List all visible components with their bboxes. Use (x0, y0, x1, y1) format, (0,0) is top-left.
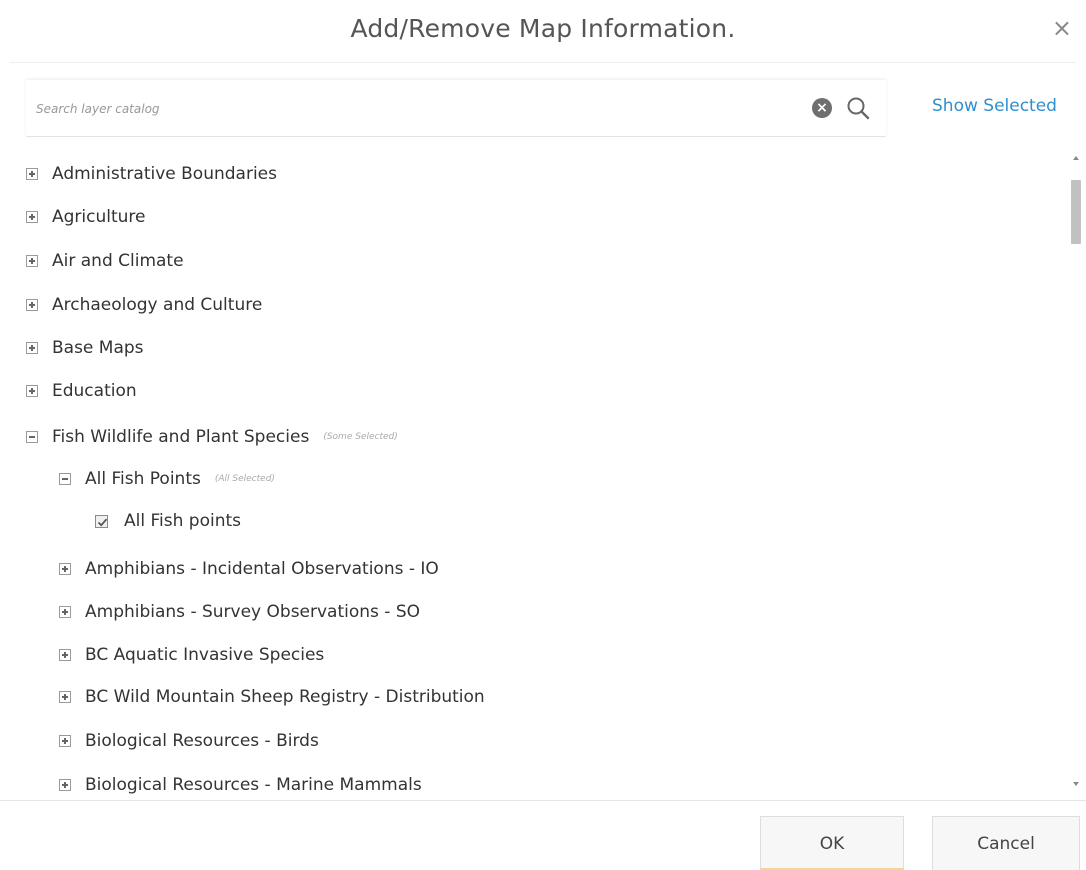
expand-plus-icon[interactable] (59, 563, 71, 575)
tree-node-label[interactable]: Fish Wildlife and Plant Species (52, 427, 309, 447)
scroll-down-icon[interactable] (1073, 782, 1079, 786)
scroll-up-icon[interactable] (1073, 156, 1079, 160)
tree-scrollbar[interactable] (1068, 150, 1086, 800)
tree-node[interactable]: Administrative Boundaries (26, 160, 277, 188)
collapse-minus-icon[interactable] (59, 473, 71, 485)
clear-search-icon[interactable]: × (812, 98, 832, 118)
expand-plus-icon[interactable] (26, 299, 38, 311)
header-divider (10, 62, 1076, 63)
expand-plus-icon[interactable] (26, 385, 38, 397)
tree-node[interactable]: Amphibians - Survey Observations - SO (59, 598, 420, 626)
tree-node-label[interactable]: Education (52, 381, 137, 401)
tree-node-label[interactable]: Biological Resources - Birds (85, 731, 319, 751)
tree-node-label[interactable]: BC Wild Mountain Sheep Registry - Distri… (85, 687, 485, 707)
tree-node[interactable]: Air and Climate (26, 247, 184, 275)
tree-node-label[interactable]: Archaeology and Culture (52, 295, 262, 315)
expand-plus-icon[interactable] (59, 779, 71, 791)
cancel-button[interactable]: Cancel (932, 816, 1080, 870)
show-selected-link[interactable]: Show Selected (932, 96, 1057, 116)
expand-plus-icon[interactable] (59, 691, 71, 703)
tree-node[interactable]: Agriculture (26, 203, 146, 231)
expand-plus-icon[interactable] (26, 168, 38, 180)
scrollbar-thumb[interactable] (1071, 180, 1081, 244)
ok-button[interactable]: OK (760, 816, 904, 870)
layer-label[interactable]: All Fish points (124, 511, 241, 531)
tree-node-label[interactable]: BC Aquatic Invasive Species (85, 645, 324, 665)
layer-catalog-tree: Administrative Boundaries Agriculture Ai… (0, 150, 1066, 800)
expand-plus-icon[interactable] (26, 255, 38, 267)
search-input[interactable] (34, 94, 798, 124)
tree-node[interactable]: Biological Resources - Birds (59, 727, 319, 755)
dialog-title: Add/Remove Map Information. (350, 14, 736, 43)
tree-node[interactable]: BC Wild Mountain Sheep Registry - Distri… (59, 683, 485, 711)
tree-node-label[interactable]: All Fish Points (85, 469, 201, 489)
layer-checkbox[interactable] (95, 514, 108, 528)
expand-plus-icon[interactable] (26, 211, 38, 223)
tree-node-label[interactable]: Biological Resources - Marine Mammals (85, 775, 422, 795)
tree-node[interactable]: Biological Resources - Marine Mammals (59, 771, 422, 799)
tree-node-label[interactable]: Amphibians - Survey Observations - SO (85, 602, 420, 622)
expand-plus-icon[interactable] (59, 735, 71, 747)
tree-node-label[interactable]: Administrative Boundaries (52, 164, 277, 184)
expand-plus-icon[interactable] (59, 606, 71, 618)
check-icon (97, 518, 108, 527)
collapse-minus-icon[interactable] (26, 431, 38, 443)
tree-node-label[interactable]: Air and Climate (52, 251, 184, 271)
search-icon[interactable] (844, 94, 872, 122)
search-bar: × (26, 80, 886, 137)
tree-leaf[interactable]: All Fish points (95, 507, 241, 535)
add-remove-map-information-dialog: Add/Remove Map Information. × × Show Sel… (0, 0, 1086, 870)
tree-node[interactable]: Archaeology and Culture (26, 291, 262, 319)
footer-divider (0, 800, 1086, 801)
selection-status-note: (All Selected) (214, 474, 275, 484)
tree-node-label[interactable]: Amphibians - Incidental Observations - I… (85, 559, 439, 579)
tree-node-label[interactable]: Base Maps (52, 338, 144, 358)
tree-node[interactable]: Education (26, 377, 137, 405)
tree-node[interactable]: Amphibians - Incidental Observations - I… (59, 555, 439, 583)
expand-plus-icon[interactable] (59, 649, 71, 661)
selection-status-note: (Some Selected) (323, 432, 398, 442)
tree-node[interactable]: BC Aquatic Invasive Species (59, 641, 324, 669)
tree-node[interactable]: Base Maps (26, 334, 144, 362)
tree-node-label[interactable]: Agriculture (52, 207, 146, 227)
close-icon[interactable]: × (1052, 16, 1072, 40)
tree-node[interactable]: Fish Wildlife and Plant Species (Some Se… (26, 423, 398, 451)
tree-node[interactable]: All Fish Points (All Selected) (59, 465, 275, 493)
expand-plus-icon[interactable] (26, 342, 38, 354)
